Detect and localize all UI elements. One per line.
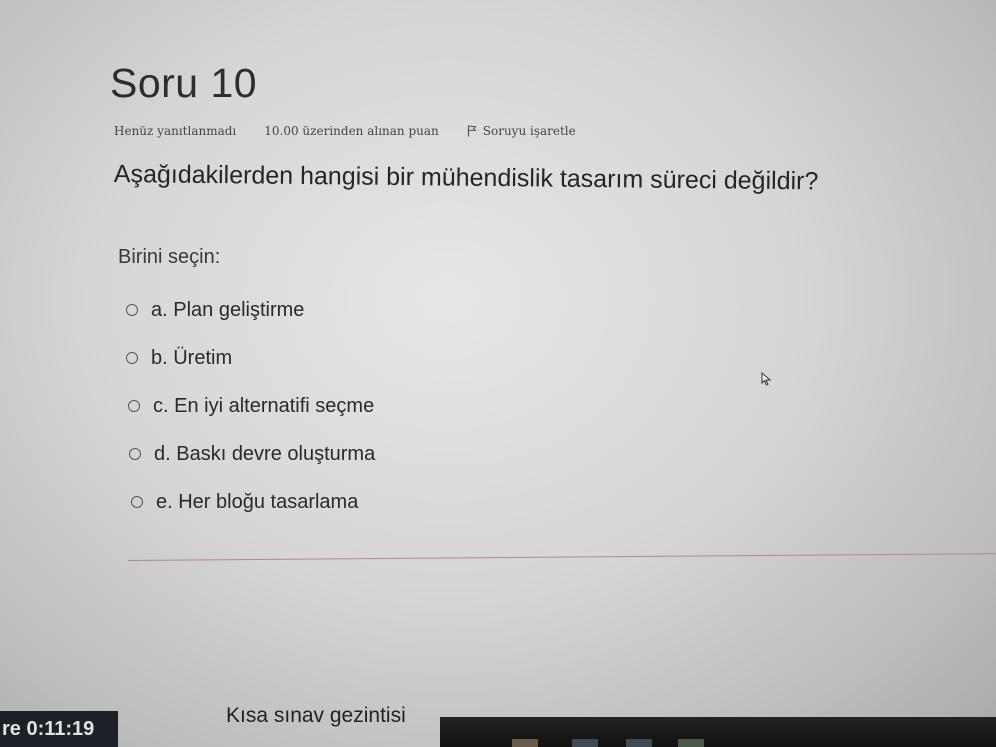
quiz-navigation-title: Kısa sınav gezintisi	[226, 704, 406, 727]
radio-icon[interactable]	[126, 304, 138, 316]
quiz-timer: re 0:11:19	[0, 711, 118, 747]
question-status: Henüz yanıtlanmadı	[114, 124, 237, 138]
flag-question-label: Soruyu işaretle	[482, 124, 576, 138]
option-b[interactable]: b. Üretim	[126, 334, 546, 382]
option-label: c. En iyi alternatifi seçme	[153, 394, 375, 417]
flag-question-link[interactable]: Soruyu işaretle	[467, 124, 576, 138]
option-label: d. Baskı devre oluşturma	[154, 442, 376, 465]
question-title: Soru 10	[110, 60, 258, 106]
radio-icon[interactable]	[126, 352, 138, 364]
taskbar-icon[interactable]	[512, 739, 538, 747]
answer-prompt: Birini seçin:	[118, 246, 221, 268]
taskbar	[440, 717, 996, 747]
option-label: a. Plan geliştirme	[151, 298, 305, 321]
radio-icon[interactable]	[129, 448, 141, 460]
mouse-pointer-icon	[761, 372, 772, 386]
option-a[interactable]: a. Plan geliştirme	[126, 286, 546, 334]
option-e[interactable]: e. Her bloğu tasarlama	[131, 478, 546, 526]
taskbar-icon[interactable]	[678, 739, 704, 747]
taskbar-icon[interactable]	[572, 739, 598, 747]
taskbar-icon[interactable]	[626, 739, 652, 747]
answer-options: a. Plan geliştirme b. Üretim c. En iyi a…	[126, 286, 546, 526]
option-label: e. Her bloğu tasarlama	[156, 490, 359, 513]
question-points: 10.00 üzerinden alınan puan	[264, 124, 439, 138]
radio-icon[interactable]	[131, 496, 143, 508]
option-c[interactable]: c. En iyi alternatifi seçme	[128, 382, 546, 430]
option-label: b. Üretim	[151, 346, 233, 369]
section-divider	[127, 553, 996, 561]
question-text: Aşağıdakilerden hangisi bir mühendislik …	[113, 160, 819, 196]
option-d[interactable]: d. Baskı devre oluşturma	[129, 430, 546, 478]
quiz-page: Soru 10 Henüz yanıtlanmadı 10.00 üzerind…	[0, 0, 996, 747]
radio-icon[interactable]	[128, 400, 140, 412]
question-info: Henüz yanıtlanmadı 10.00 üzerinden alına…	[114, 124, 576, 138]
flag-icon	[467, 125, 477, 137]
